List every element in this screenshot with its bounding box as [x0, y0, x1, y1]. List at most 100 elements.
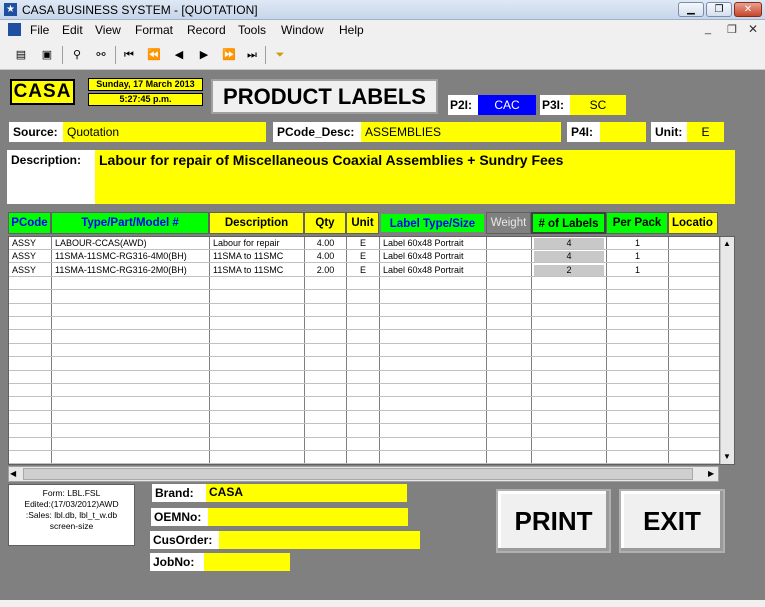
cell-label-type[interactable]	[380, 384, 486, 397]
cell-pcode[interactable]	[9, 425, 51, 438]
cell-label-type[interactable]	[380, 371, 486, 384]
cell-weight[interactable]	[487, 304, 531, 317]
cell-label-type[interactable]	[380, 291, 486, 304]
description-field[interactable]: Labour for repair of Miscellaneous Coaxi…	[95, 150, 735, 204]
cell-per-pack[interactable]	[607, 371, 668, 384]
cell-unit[interactable]: E	[347, 250, 379, 263]
cell-pcode[interactable]	[9, 331, 51, 344]
cell-description[interactable]	[210, 304, 304, 317]
cell-pcode[interactable]	[9, 317, 51, 330]
cell-labels[interactable]	[534, 331, 604, 344]
cell-location[interactable]	[669, 451, 719, 464]
table-row[interactable]	[9, 398, 719, 411]
cell-per-pack[interactable]	[607, 277, 668, 290]
cell-description[interactable]	[210, 451, 304, 464]
cell-location[interactable]	[669, 264, 719, 277]
cell-location[interactable]	[669, 411, 719, 424]
cusorder-field[interactable]	[219, 531, 420, 549]
column-header-label-type[interactable]: Label Type/Size	[379, 212, 486, 234]
cell-unit[interactable]	[347, 398, 379, 411]
table-row[interactable]	[9, 277, 719, 291]
cell-location[interactable]	[669, 384, 719, 397]
cell-part[interactable]	[52, 425, 209, 438]
menu-format[interactable]: Format	[135, 23, 173, 37]
print-button[interactable]: PRINT	[496, 489, 611, 553]
cell-part[interactable]	[52, 384, 209, 397]
cell-weight[interactable]	[487, 344, 531, 357]
cell-label-type[interactable]	[380, 344, 486, 357]
table-row[interactable]: ASSY 11SMA-11SMC-RG316-2M0(BH) 11SMA to 11…	[9, 264, 719, 277]
table-row[interactable]	[9, 451, 719, 464]
cell-weight[interactable]	[487, 237, 531, 250]
cell-qty[interactable]	[305, 425, 346, 438]
cell-qty[interactable]: 4.00	[305, 250, 346, 263]
cell-unit[interactable]	[347, 384, 379, 397]
cell-pcode[interactable]	[9, 277, 51, 290]
cell-label-type[interactable]	[380, 277, 486, 290]
menu-view[interactable]: View	[95, 23, 121, 37]
cell-weight[interactable]	[487, 331, 531, 344]
table-row[interactable]	[9, 384, 719, 398]
cell-labels[interactable]	[534, 425, 604, 438]
cell-description[interactable]: 11SMA to 11SMC	[210, 264, 304, 277]
previous-page-icon[interactable]: ⏪	[145, 47, 163, 63]
cell-per-pack[interactable]	[607, 438, 668, 451]
cell-description[interactable]	[210, 344, 304, 357]
cell-location[interactable]	[669, 425, 719, 438]
column-header-labels[interactable]: # of Labels	[531, 212, 606, 234]
cell-weight[interactable]	[487, 451, 531, 464]
cell-part[interactable]	[52, 358, 209, 371]
preview-icon[interactable]: ▤	[12, 47, 30, 63]
cell-unit[interactable]	[347, 451, 379, 464]
oemno-field[interactable]	[208, 508, 408, 526]
p4i-field[interactable]	[600, 122, 646, 142]
table-row[interactable]	[9, 317, 719, 331]
cell-part[interactable]	[52, 331, 209, 344]
cell-labels[interactable]	[534, 344, 604, 357]
cell-unit[interactable]	[347, 291, 379, 304]
next-record-icon[interactable]: ▶	[195, 47, 213, 63]
column-header-location[interactable]: Locatio	[668, 212, 718, 234]
cell-per-pack[interactable]	[607, 451, 668, 464]
cell-unit[interactable]: E	[347, 237, 379, 250]
cell-labels[interactable]	[534, 384, 604, 397]
cell-location[interactable]	[669, 317, 719, 330]
cell-unit[interactable]	[347, 371, 379, 384]
cell-qty[interactable]	[305, 358, 346, 371]
table-row[interactable]	[9, 344, 719, 358]
cell-pcode[interactable]	[9, 371, 51, 384]
pcode-desc-field[interactable]: ASSEMBLIES	[361, 122, 561, 142]
column-header-weight[interactable]: Weight	[486, 212, 531, 234]
column-header-part[interactable]: Type/Part/Model #	[51, 212, 209, 234]
table-row[interactable]	[9, 425, 719, 438]
cell-label-type[interactable]: Label 60x48 Portrait	[380, 250, 486, 263]
cell-per-pack[interactable]	[607, 344, 668, 357]
cell-location[interactable]	[669, 277, 719, 290]
cell-description[interactable]	[210, 291, 304, 304]
last-record-icon[interactable]: ⏭	[243, 47, 261, 63]
cell-per-pack[interactable]	[607, 384, 668, 397]
cell-weight[interactable]	[487, 411, 531, 424]
cell-weight[interactable]	[487, 384, 531, 397]
cell-labels[interactable]	[534, 451, 604, 464]
cell-unit[interactable]	[347, 425, 379, 438]
cell-labels[interactable]: 2	[534, 264, 604, 276]
cell-part[interactable]	[52, 344, 209, 357]
filter-icon[interactable]: ⏷	[271, 47, 289, 63]
cell-description[interactable]	[210, 438, 304, 451]
cell-description[interactable]	[210, 358, 304, 371]
cell-part[interactable]: 11SMA-11SMC-RG316-4M0(BH)	[52, 250, 209, 263]
cell-pcode[interactable]	[9, 451, 51, 464]
cell-pcode[interactable]	[9, 398, 51, 411]
cell-weight[interactable]	[487, 371, 531, 384]
cell-per-pack[interactable]	[607, 358, 668, 371]
cell-label-type[interactable]	[380, 411, 486, 424]
cell-part[interactable]	[52, 317, 209, 330]
cell-qty[interactable]: 4.00	[305, 237, 346, 250]
cell-qty[interactable]: 2.00	[305, 264, 346, 277]
cell-weight[interactable]	[487, 438, 531, 451]
cell-description[interactable]	[210, 331, 304, 344]
cell-location[interactable]	[669, 304, 719, 317]
cell-weight[interactable]	[487, 291, 531, 304]
cell-part[interactable]: 11SMA-11SMC-RG316-2M0(BH)	[52, 264, 209, 277]
